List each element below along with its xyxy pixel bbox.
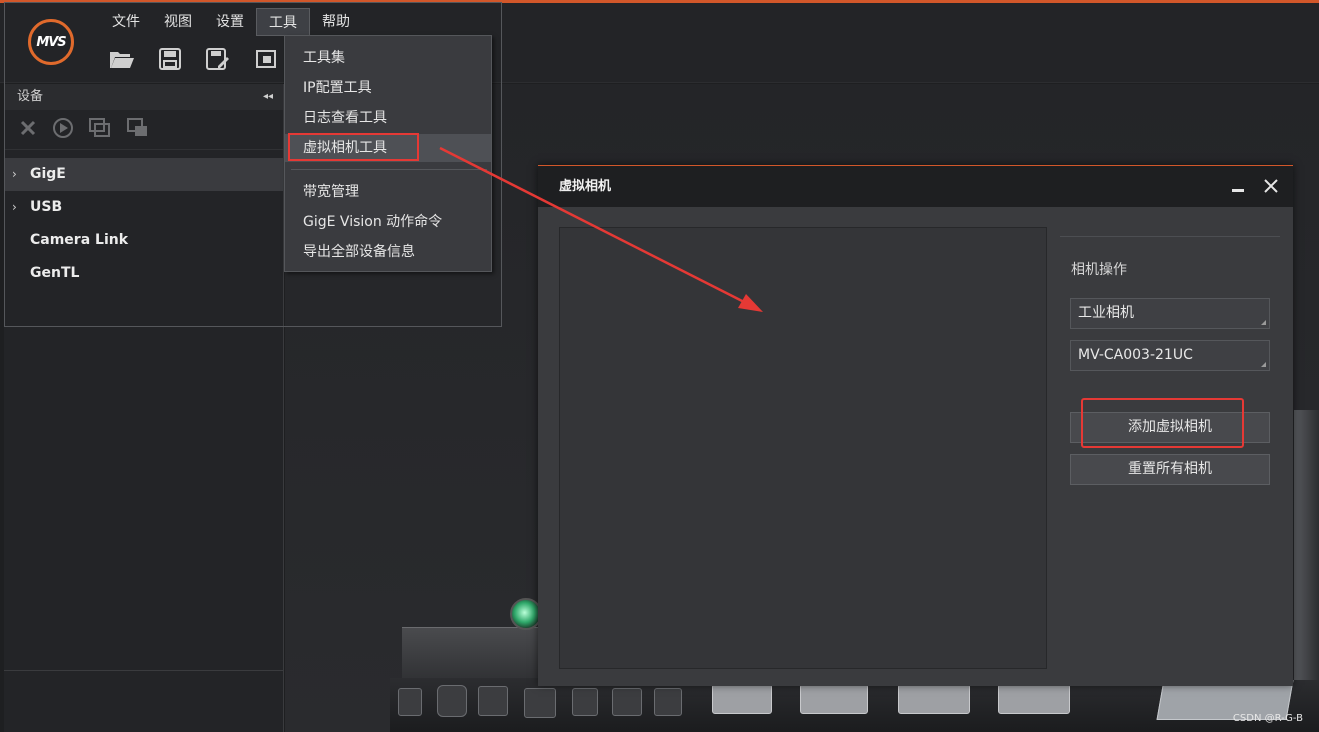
- device-list: › GigE › USB Camera Link GenTL: [4, 158, 283, 290]
- save-icon[interactable]: [156, 45, 184, 73]
- dropdown-corner-icon: [1261, 362, 1266, 367]
- camera-ops-label: 相机操作: [1071, 262, 1127, 278]
- save-as-icon[interactable]: [204, 45, 232, 73]
- menubar: 文件 视图 设置 工具 帮助: [100, 8, 362, 38]
- menu-item-toolset[interactable]: 工具集: [285, 44, 491, 72]
- device-panel-toolbar: [4, 110, 283, 150]
- device-panel: 设备 ◂◂ › GigE › USB Camera Link GenTL: [4, 84, 284, 732]
- collapse-left-icon[interactable]: ◂◂: [263, 84, 273, 110]
- camera-image: [398, 688, 422, 716]
- menu-settings[interactable]: 设置: [204, 8, 256, 36]
- camera-type-select[interactable]: 工业相机: [1070, 298, 1270, 329]
- camera-image: [572, 688, 598, 716]
- menu-item-ip-config[interactable]: IP配置工具: [285, 74, 491, 102]
- camera-preview-area: [559, 227, 1047, 669]
- disconnect-icon[interactable]: [18, 118, 38, 142]
- panel-divider: [4, 670, 284, 671]
- menu-separator: [291, 169, 487, 170]
- menu-help[interactable]: 帮助: [310, 8, 362, 36]
- device-item-camera-link[interactable]: Camera Link: [4, 224, 283, 257]
- menu-item-bandwidth[interactable]: 带宽管理: [285, 178, 491, 206]
- menu-file[interactable]: 文件: [100, 8, 152, 36]
- camera-model-value: MV-CA003-21UC: [1078, 347, 1193, 363]
- watermark-text: CSDN @R-G-B: [1232, 713, 1303, 724]
- camera-image: [437, 685, 467, 717]
- camera-image: [654, 688, 682, 716]
- annotation-box-button: [1081, 398, 1244, 448]
- device-item-usb[interactable]: › USB: [4, 191, 283, 224]
- menu-item-action-command[interactable]: GigE Vision 动作命令: [285, 208, 491, 236]
- menu-tools[interactable]: 工具: [256, 8, 310, 36]
- camera-image: [712, 684, 772, 714]
- menu-item-export-devices[interactable]: 导出全部设备信息: [285, 238, 491, 266]
- chevron-right-icon[interactable]: ›: [12, 158, 17, 191]
- camera-image: [998, 684, 1070, 714]
- open-folder-icon[interactable]: [108, 45, 136, 73]
- reset-all-cameras-button[interactable]: 重置所有相机: [1070, 454, 1270, 485]
- chevron-right-icon[interactable]: ›: [12, 191, 17, 224]
- app-header: MVS 文件 视图 设置 工具 帮助: [0, 3, 1319, 83]
- window-stack-icon[interactable]: [126, 117, 150, 143]
- main-toolbar: [100, 45, 280, 81]
- device-item-gentl[interactable]: GenTL: [4, 257, 283, 290]
- camera-image: [524, 688, 556, 718]
- device-image: [1294, 410, 1319, 680]
- menu-view[interactable]: 视图: [152, 8, 204, 36]
- play-icon[interactable]: [52, 117, 74, 143]
- dialog-titlebar: 虚拟相机: [538, 166, 1293, 207]
- device-panel-title: 设备: [17, 89, 44, 104]
- window-icon[interactable]: [252, 45, 280, 73]
- camera-image: [898, 684, 970, 714]
- camera-image: [478, 686, 508, 716]
- dialog-title: 虚拟相机: [559, 179, 612, 194]
- camera-image: [612, 688, 642, 716]
- annotation-box-menu: [288, 133, 419, 161]
- menu-item-log-viewer[interactable]: 日志查看工具: [285, 104, 491, 132]
- minimize-icon[interactable]: [1231, 180, 1245, 194]
- camera-type-value: 工业相机: [1078, 305, 1134, 321]
- app-logo: MVS: [28, 19, 74, 65]
- ops-divider: [1060, 236, 1280, 237]
- copy-window-icon[interactable]: [88, 117, 112, 143]
- camera-image: [800, 684, 868, 714]
- close-icon[interactable]: [1263, 178, 1279, 194]
- device-panel-header: 设备 ◂◂: [4, 84, 283, 110]
- dropdown-corner-icon: [1261, 320, 1266, 325]
- device-item-gige[interactable]: › GigE: [4, 158, 283, 191]
- camera-model-select[interactable]: MV-CA003-21UC: [1070, 340, 1270, 371]
